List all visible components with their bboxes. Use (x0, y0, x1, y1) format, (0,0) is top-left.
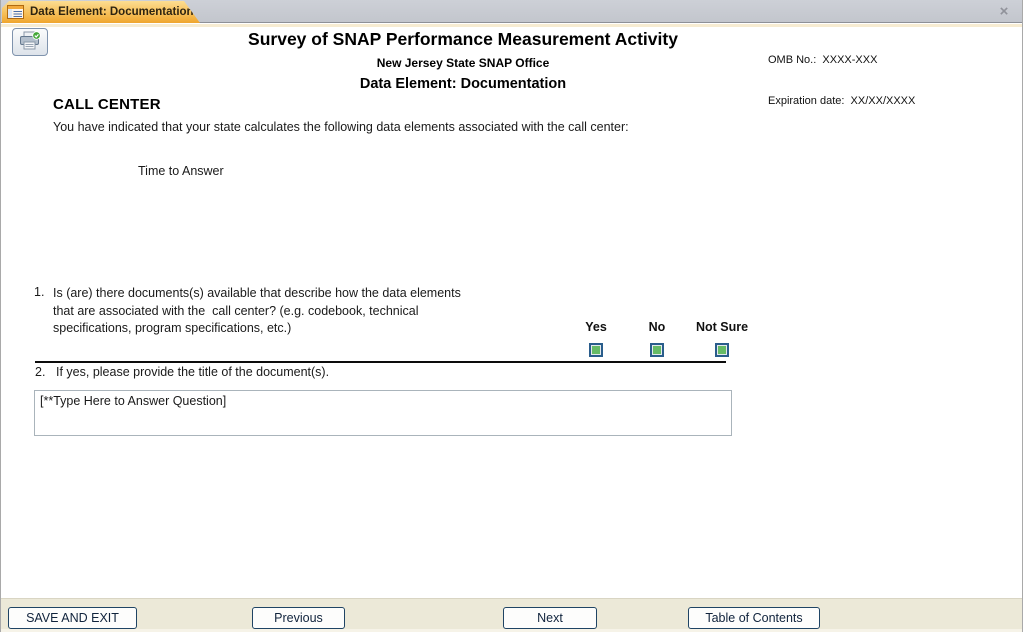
question2-text: If yes, please provide the title of the … (56, 365, 329, 379)
omb-info: OMB No.: XXXX-XXX Expiration date: XX/XX… (768, 27, 1018, 135)
question1-line3: specifications, program specifications, … (53, 320, 533, 338)
form-icon (7, 5, 24, 19)
question1-options: Yes No Not Sure (565, 320, 757, 357)
print-button[interactable] (12, 28, 48, 56)
yes-checkbox-fill (592, 346, 600, 354)
no-checkbox-fill (653, 346, 661, 354)
question2-number: 2. (35, 365, 45, 379)
no-checkbox[interactable] (650, 343, 664, 357)
data-element-item: Time to Answer (138, 164, 224, 178)
state-office: New Jersey State SNAP Office (133, 56, 793, 70)
option-yes-label: Yes (585, 320, 607, 334)
expiration-date: Expiration date: XX/XX/XXXX (768, 95, 1018, 109)
not-sure-checkbox-fill (718, 346, 726, 354)
question1-line1: Is (are) there documents(s) available th… (53, 285, 533, 303)
question-separator (35, 361, 726, 363)
page-title: Data Element: Documentation (133, 76, 793, 92)
not-sure-checkbox[interactable] (715, 343, 729, 357)
option-no-label: No (649, 320, 666, 334)
option-no: No (627, 320, 687, 357)
omb-number: OMB No.: XXXX-XXX (768, 54, 1018, 68)
answer-textbox[interactable]: [**Type Here to Answer Question] (34, 390, 732, 436)
close-icon[interactable]: × (995, 3, 1013, 21)
yes-checkbox[interactable] (589, 343, 603, 357)
save-and-exit-button[interactable]: SAVE AND EXIT (8, 607, 137, 629)
option-yes: Yes (565, 320, 627, 357)
previous-button[interactable]: Previous (252, 607, 345, 629)
next-button[interactable]: Next (503, 607, 597, 629)
form-content: Survey of SNAP Performance Measurement A… (3, 27, 1022, 598)
option-not-sure: Not Sure (687, 320, 757, 357)
form-header: Survey of SNAP Performance Measurement A… (133, 28, 793, 92)
survey-title: Survey of SNAP Performance Measurement A… (133, 28, 793, 50)
tab-bar: Data Element: Documentation × (1, 0, 1022, 23)
printer-icon (18, 31, 42, 54)
question1-text: Is (are) there documents(s) available th… (53, 285, 533, 338)
option-not-sure-label: Not Sure (696, 320, 748, 334)
section-heading: CALL CENTER (53, 96, 161, 113)
question1-number: 1. (34, 285, 44, 299)
section-intro: You have indicated that your state calcu… (53, 120, 773, 134)
tab-title: Data Element: Documentation (30, 6, 194, 18)
application-window: Data Element: Documentation × Survey of … (0, 0, 1023, 632)
document-tab[interactable]: Data Element: Documentation (2, 1, 200, 23)
table-of-contents-button[interactable]: Table of Contents (688, 607, 820, 629)
footer-bar: SAVE AND EXIT Previous Next Table of Con… (1, 598, 1022, 632)
question1-line2: that are associated with the call center… (53, 303, 533, 321)
